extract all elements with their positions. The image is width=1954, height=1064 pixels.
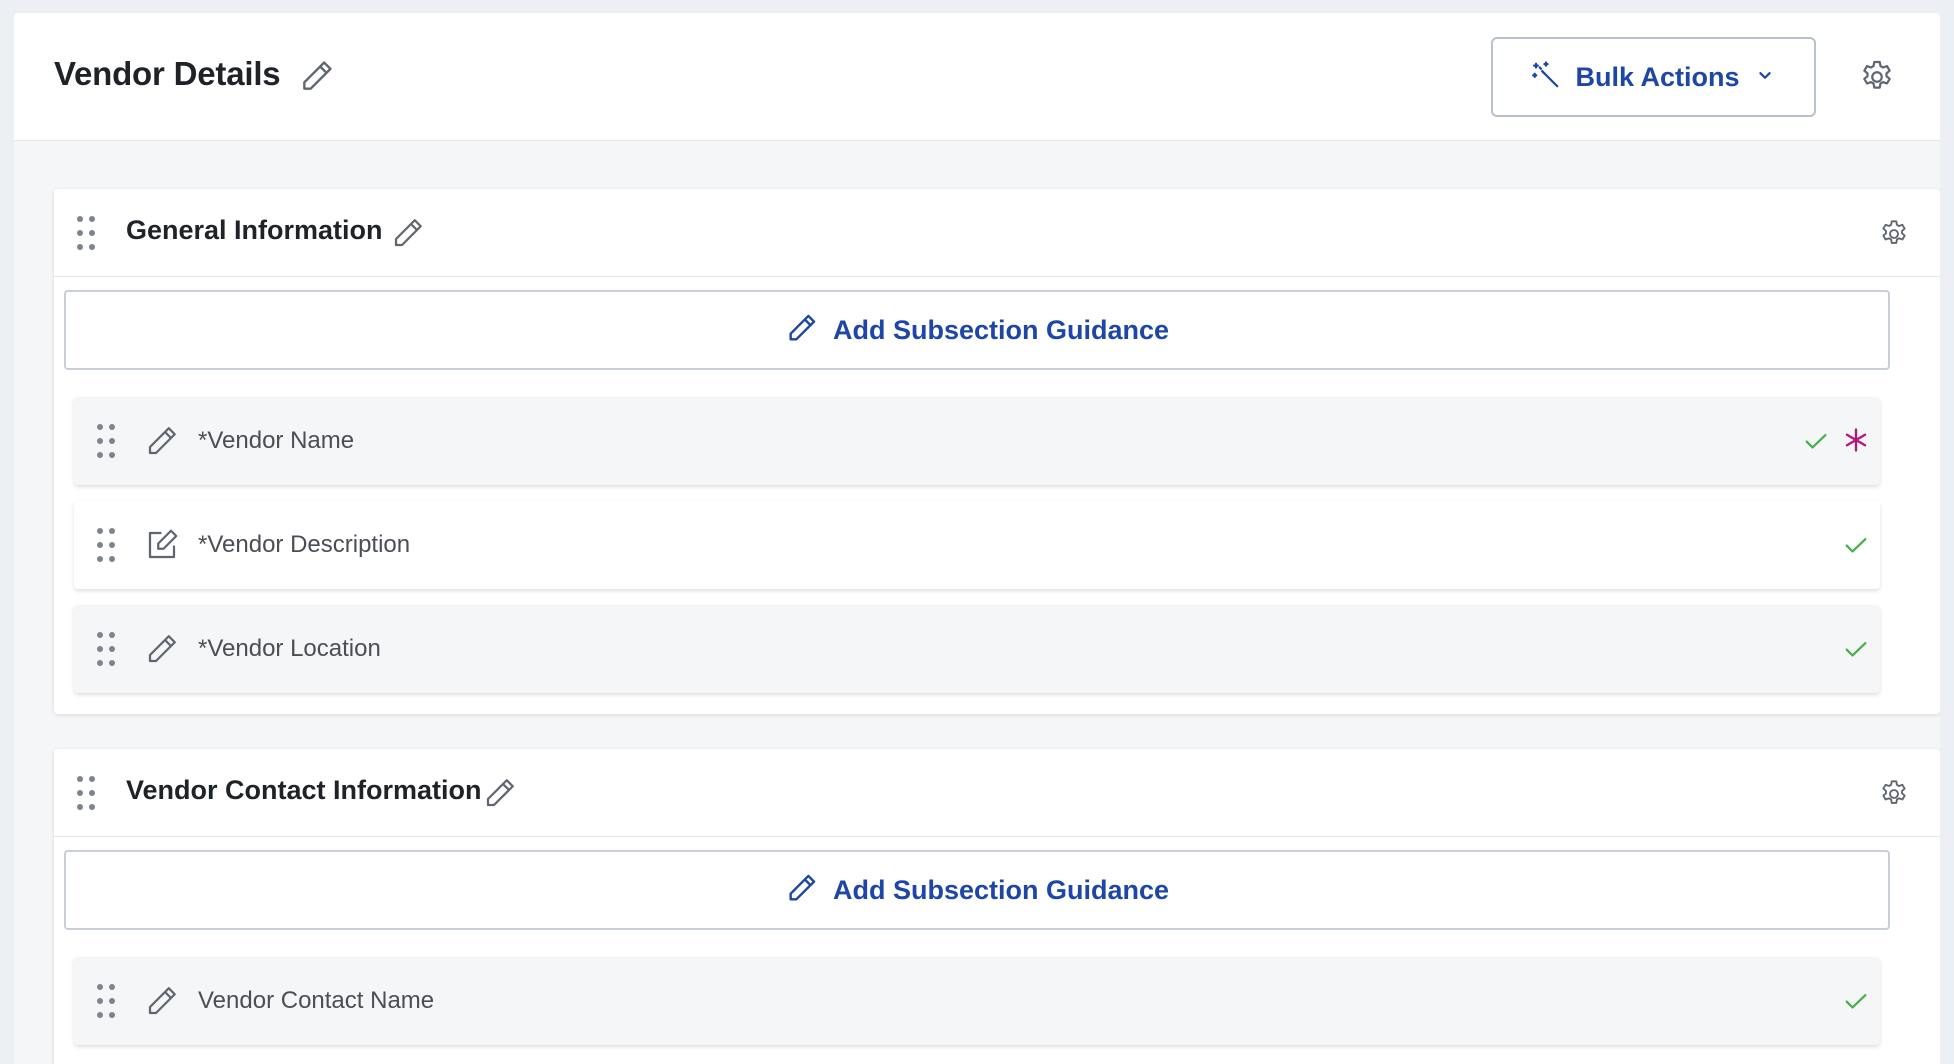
pencil-square-icon[interactable] bbox=[144, 527, 180, 563]
field-row-vendor-description[interactable]: *Vendor Description bbox=[74, 501, 1880, 589]
section-title: Vendor Contact Information bbox=[126, 775, 482, 805]
pencil-icon[interactable] bbox=[482, 775, 518, 811]
field-row-vendor-name[interactable]: *Vendor Name bbox=[74, 397, 1880, 485]
field-row-vendor-location[interactable]: *Vendor Location bbox=[74, 605, 1880, 693]
pencil-icon[interactable] bbox=[144, 631, 180, 667]
drag-handle-icon[interactable] bbox=[74, 774, 98, 812]
gear-icon[interactable] bbox=[1878, 218, 1910, 250]
magic-wand-icon bbox=[1531, 60, 1561, 95]
drag-handle-icon[interactable] bbox=[94, 422, 118, 460]
page-container: Vendor Details Bulk Actions General Info… bbox=[14, 13, 1940, 1064]
field-label: *Vendor Location bbox=[198, 635, 381, 662]
pencil-icon[interactable] bbox=[144, 983, 180, 1019]
section-header: General Information bbox=[54, 189, 1940, 277]
pencil-icon bbox=[785, 311, 819, 350]
pencil-icon bbox=[785, 871, 819, 910]
guidance-label: Add Subsection Guidance bbox=[832, 314, 1170, 345]
field-label: *Vendor Description bbox=[198, 531, 411, 558]
check-icon bbox=[1802, 427, 1830, 455]
bulk-actions-label: Bulk Actions bbox=[1575, 61, 1740, 92]
drag-handle-icon[interactable] bbox=[94, 526, 118, 564]
check-icon bbox=[1842, 987, 1870, 1015]
section-header: Vendor Contact Information bbox=[54, 749, 1940, 837]
field-label: Vendor Contact Name bbox=[198, 987, 435, 1014]
section-title: General Information bbox=[126, 215, 383, 245]
check-icon bbox=[1842, 635, 1870, 663]
page-title: Vendor Details bbox=[54, 55, 281, 92]
field-row-vendor-contact-name[interactable]: Vendor Contact Name bbox=[74, 957, 1880, 1045]
field-label: *Vendor Name bbox=[198, 427, 355, 454]
drag-handle-icon[interactable] bbox=[94, 982, 118, 1020]
drag-handle-icon[interactable] bbox=[94, 630, 118, 668]
add-subsection-guidance-button[interactable]: Add Subsection Guidance bbox=[64, 850, 1890, 930]
section-general-information: General Information Add Subsection Guida… bbox=[54, 189, 1940, 714]
guidance-label: Add Subsection Guidance bbox=[832, 874, 1170, 905]
bulk-actions-button[interactable]: Bulk Actions bbox=[1491, 37, 1816, 117]
pencil-icon[interactable] bbox=[390, 215, 426, 251]
pencil-icon[interactable] bbox=[298, 57, 336, 95]
gear-icon[interactable] bbox=[1858, 58, 1896, 96]
drag-handle-icon[interactable] bbox=[74, 214, 98, 252]
chevron-down-icon bbox=[1754, 64, 1776, 91]
section-vendor-contact-information: Vendor Contact Information Add Subsectio… bbox=[54, 749, 1940, 1064]
add-subsection-guidance-button[interactable]: Add Subsection Guidance bbox=[64, 290, 1890, 370]
asterisk-icon bbox=[1842, 426, 1870, 454]
page-header: Vendor Details Bulk Actions bbox=[14, 13, 1940, 141]
pencil-icon[interactable] bbox=[144, 423, 180, 459]
gear-icon[interactable] bbox=[1878, 778, 1910, 810]
check-icon bbox=[1842, 531, 1870, 559]
